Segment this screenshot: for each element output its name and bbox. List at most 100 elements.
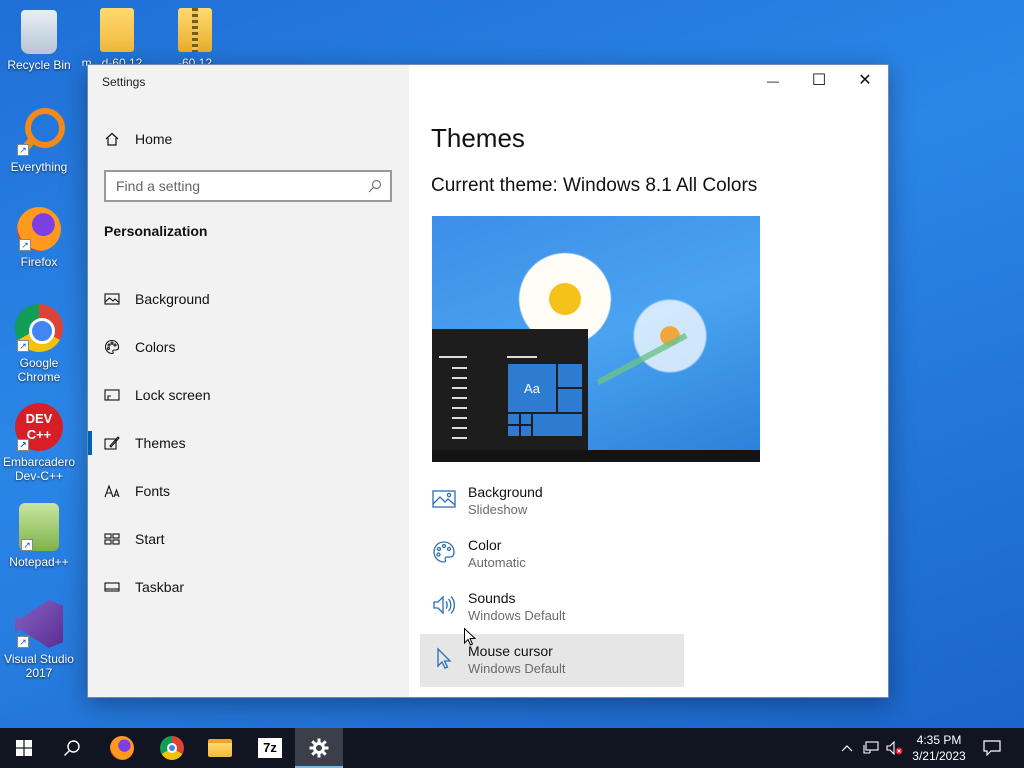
- lock-screen-icon: [104, 389, 120, 401]
- sidebar-item-taskbar[interactable]: Taskbar: [88, 563, 409, 611]
- taskbar-search-button[interactable]: [48, 728, 96, 768]
- desktop-icon-recycle-bin[interactable]: Recycle Bin: [0, 8, 78, 72]
- desktop-icon-label: Everything: [10, 160, 68, 174]
- option-value: Automatic: [468, 555, 526, 570]
- shortcut-arrow-icon: ↗: [17, 439, 29, 451]
- taskbar-chrome[interactable]: [148, 728, 196, 768]
- taskbar-7zip[interactable]: 7z: [246, 728, 294, 768]
- sidebar-item-label: Colors: [135, 339, 176, 355]
- search-icon: [64, 740, 80, 756]
- taskbar-file-explorer[interactable]: [196, 728, 244, 768]
- network-tray-button[interactable]: [860, 728, 882, 768]
- everything-icon: [25, 108, 65, 148]
- mouse-pointer-icon: [464, 628, 476, 646]
- palette-icon: [433, 541, 455, 563]
- desktop-icon-notepadpp[interactable]: ↗ Notepad++: [0, 503, 78, 569]
- speaker-icon: [433, 595, 456, 615]
- windows-logo-icon: [16, 740, 32, 756]
- current-theme-label: Current theme: Windows 8.1 All Colors: [431, 175, 758, 196]
- shortcut-arrow-icon: ↗: [17, 636, 29, 648]
- desktop-icon-label: Embarcadero Dev-C++: [2, 455, 76, 483]
- sidebar-item-start[interactable]: Start: [88, 515, 409, 563]
- desktop-icon-zip[interactable]: ...-60.12...: [156, 8, 234, 66]
- firefox-icon: [110, 736, 134, 760]
- taskbar-icon: [104, 582, 120, 592]
- theme-options: Background Slideshow Color Automatic Sou…: [420, 475, 684, 687]
- preview-tile: Aa: [507, 363, 557, 413]
- show-hidden-icons-button[interactable]: [838, 728, 856, 768]
- page-title: Themes: [431, 123, 525, 153]
- shortcut-arrow-icon: ↗: [17, 144, 29, 156]
- sidebar: Settings Home Find a setting Personaliza…: [88, 65, 409, 697]
- option-value: Windows Default: [468, 608, 566, 623]
- desktop-icon-label: Visual Studio 2017: [4, 652, 74, 680]
- option-value: Windows Default: [468, 661, 566, 676]
- search-input[interactable]: Find a setting: [104, 170, 392, 202]
- taskbar-settings[interactable]: [295, 728, 343, 768]
- desktop-icon-label: Google Chrome: [17, 356, 61, 384]
- sidebar-item-label: Themes: [135, 435, 186, 451]
- devcpp-icon: DEV C++ ↗: [15, 403, 63, 451]
- option-name: Background: [468, 484, 543, 500]
- desktop-icon-firefox[interactable]: ↗ Firefox: [0, 207, 78, 269]
- sidebar-item-label: Lock screen: [135, 387, 211, 403]
- search-placeholder: Find a setting: [116, 178, 201, 194]
- network-icon: [863, 741, 879, 754]
- sidebar-item-lock-screen[interactable]: Lock screen: [88, 371, 409, 419]
- desktop-icon-chrome[interactable]: ↗ Google Chrome: [0, 304, 78, 384]
- sidebar-item-fonts[interactable]: Fonts: [88, 467, 409, 515]
- recycle-bin-icon: [21, 10, 57, 54]
- sidebar-item-colors[interactable]: Colors: [88, 323, 409, 371]
- desktop-icon-everything[interactable]: ↗ Everything: [0, 108, 78, 174]
- home-link[interactable]: Home: [104, 127, 172, 151]
- daisy-image: [622, 288, 718, 384]
- shortcut-arrow-icon: ↗: [17, 340, 29, 352]
- sidebar-item-label: Start: [135, 531, 165, 547]
- picture-icon: [432, 490, 456, 508]
- notification-icon: [983, 740, 1001, 756]
- seven-zip-icon: 7z: [258, 738, 282, 758]
- desktop-icon-folder[interactable]: m...d-60.12...: [78, 8, 156, 66]
- preview-taskbar: [432, 450, 760, 462]
- home-label: Home: [135, 131, 173, 147]
- sidebar-item-themes[interactable]: Themes: [88, 419, 409, 467]
- themes-icon: [104, 436, 120, 450]
- start-menu-icon: [104, 533, 120, 545]
- picture-icon: [104, 293, 120, 305]
- desktop-icon-devcpp[interactable]: DEV C++ ↗ Embarcadero Dev-C++: [0, 403, 78, 483]
- start-button[interactable]: [0, 728, 48, 768]
- desktop-icon-label: Firefox: [20, 255, 58, 269]
- desktop-icon-visual-studio[interactable]: ↗ Visual Studio 2017: [0, 600, 78, 680]
- taskbar-clock[interactable]: 4:35 PM 3/21/2023: [900, 732, 978, 764]
- chrome-icon: ↗: [15, 304, 63, 352]
- folder-icon: [208, 739, 232, 757]
- sidebar-item-background[interactable]: Background: [88, 275, 409, 323]
- clock-date: 3/21/2023: [912, 749, 966, 763]
- zip-folder-icon: [178, 8, 212, 52]
- theme-option-mouse-cursor[interactable]: Mouse cursor Windows Default: [420, 634, 684, 687]
- search-icon: [368, 179, 382, 193]
- desktop-icon-label: Recycle Bin: [7, 58, 71, 72]
- palette-icon: [104, 339, 120, 355]
- folder-icon: [100, 8, 134, 52]
- taskbar: 7z 4:35 PM 3/21/2023: [0, 728, 1024, 768]
- sidebar-item-label: Taskbar: [135, 579, 185, 595]
- theme-option-color[interactable]: Color Automatic: [420, 528, 684, 581]
- option-name: Color: [468, 537, 502, 553]
- theme-option-background[interactable]: Background Slideshow: [420, 475, 684, 528]
- fonts-icon: [104, 484, 120, 498]
- preview-start-menu: Aa: [432, 329, 588, 450]
- taskbar-firefox[interactable]: [98, 728, 146, 768]
- main-content: Themes Current theme: Windows 8.1 All Co…: [420, 65, 861, 697]
- action-center-button[interactable]: [980, 728, 1004, 768]
- sidebar-item-label: Background: [135, 291, 210, 307]
- desktop-icon-label: Notepad++: [9, 555, 69, 569]
- gear-icon: [309, 738, 329, 758]
- option-name: Sounds: [468, 590, 516, 606]
- sidebar-item-label: Fonts: [135, 483, 171, 499]
- theme-preview: Aa: [432, 216, 760, 462]
- home-icon: [105, 132, 119, 146]
- theme-option-sounds[interactable]: Sounds Windows Default: [420, 581, 684, 634]
- clock-time: 4:35 PM: [916, 733, 962, 747]
- notepadpp-icon: ↗: [19, 503, 59, 551]
